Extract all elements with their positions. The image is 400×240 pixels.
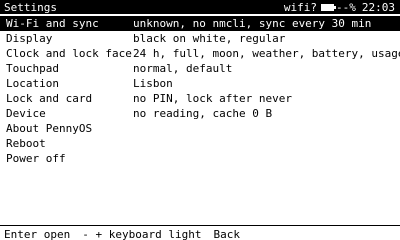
settings-item-value: no PIN, lock after never: [133, 92, 292, 105]
settings-item-wifi-and-sync[interactable]: Wi-Fi and sync unknown, no nmcli, sync e…: [0, 16, 400, 31]
hint-keyboard-light: - + keyboard light: [82, 228, 202, 240]
settings-item-value: black on white, regular: [133, 32, 286, 45]
settings-item-clock-and-lock-face[interactable]: Clock and lock face 24 h, full, moon, we…: [0, 46, 400, 61]
settings-item-location[interactable]: Location Lisbon: [0, 76, 400, 91]
hint-back: Back: [213, 228, 240, 240]
settings-item-value: normal, default: [133, 62, 233, 75]
settings-item-label: Touchpad: [6, 62, 59, 75]
settings-item-label: Clock and lock face: [6, 47, 132, 60]
settings-item-value: no reading, cache 0 B: [133, 107, 273, 120]
settings-item-label: Reboot: [6, 137, 46, 150]
title-bar: Settings wifi? --% 22:03: [0, 0, 400, 14]
battery-icon: [321, 4, 336, 11]
settings-item-device[interactable]: Device no reading, cache 0 B: [0, 106, 400, 121]
settings-item-touchpad[interactable]: Touchpad normal, default: [0, 61, 400, 76]
battery-percent: --%: [336, 1, 356, 14]
settings-item-value: unknown, no nmcli, sync every 30 min: [133, 17, 372, 30]
status-area: wifi? --% 22:03: [284, 2, 395, 13]
settings-item-reboot[interactable]: Reboot: [0, 136, 400, 151]
settings-item-value: 24 h, full, moon, weather, battery, usag…: [133, 47, 400, 60]
page-title: Settings: [4, 1, 57, 14]
clock: 22:03: [361, 1, 395, 14]
settings-item-power-off[interactable]: Power off: [0, 151, 400, 166]
settings-item-label: Wi-Fi and sync: [6, 17, 99, 30]
footer-divider: [0, 225, 400, 226]
key-hints: Enter open - + keyboard light Back: [4, 229, 248, 240]
wifi-status: wifi?: [283, 1, 317, 14]
hint-enter-open: Enter open: [4, 228, 71, 240]
settings-item-about-pennyos[interactable]: About PennyOS: [0, 121, 400, 136]
settings-item-display[interactable]: Display black on white, regular: [0, 31, 400, 46]
settings-item-label: Display: [6, 32, 53, 45]
settings-item-label: Lock and card: [6, 92, 93, 105]
settings-item-lock-and-card[interactable]: Lock and card no PIN, lock after never: [0, 91, 400, 106]
settings-item-label: Power off: [6, 152, 66, 165]
settings-item-label: Device: [6, 107, 46, 120]
settings-item-label: About PennyOS: [6, 122, 93, 135]
settings-item-value: Lisbon: [133, 77, 173, 90]
settings-item-label: Location: [6, 77, 59, 90]
settings-list: Wi-Fi and sync unknown, no nmcli, sync e…: [0, 16, 400, 166]
